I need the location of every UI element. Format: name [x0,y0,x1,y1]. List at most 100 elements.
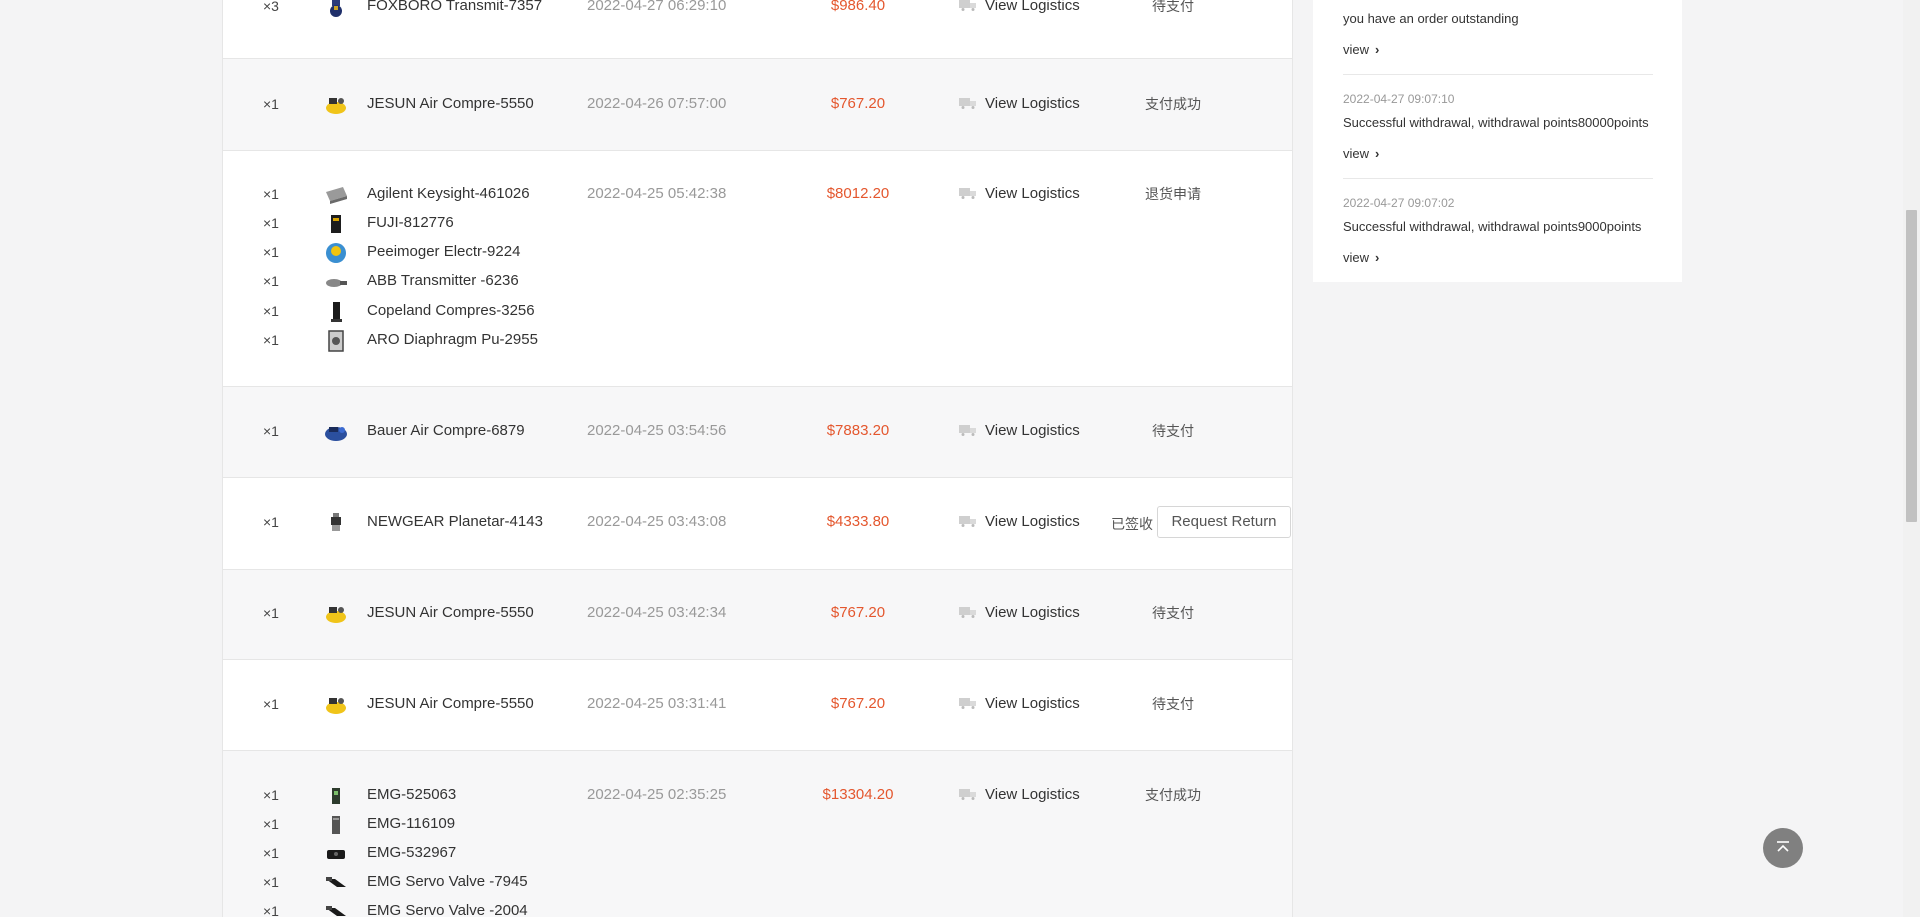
request-return-button[interactable]: Request Return [1157,506,1291,538]
view-logistics-link[interactable]: View Logistics [959,783,1080,807]
order-item: ×1 Copeland Compres-3256 [223,299,563,323]
device-thumbnail[interactable] [323,812,349,838]
order-status: 待支付 [1152,696,1194,712]
product-name-link[interactable]: EMG Servo Valve -2004 [367,899,528,917]
air-compressor-thumbnail[interactable] [323,601,349,627]
view-logistics-link[interactable]: View Logistics [959,419,1080,443]
view-logistics-link[interactable]: View Logistics [959,510,1080,534]
order-time: 2022-04-25 03:54:56 [587,422,727,439]
product-name-link[interactable]: JESUN Air Compre-5550 [367,601,534,625]
pump-thumbnail[interactable] [323,328,349,354]
orders-list: ×3 FOXBORO Transmit-7357 2022-04-27 06:2… [222,0,1293,917]
order-row: ×1 EMG-525063 ×1 EMG-116109 ×1 EMG-53296… [223,751,1292,917]
order-row: ×1 Bauer Air Compre-6879 2022-04-25 03:5… [223,387,1292,478]
order-item: ×1 EMG Servo Valve -2004 [223,899,563,917]
item-quantity: ×1 [263,303,279,319]
compressor-thumbnail[interactable] [323,299,349,325]
air-compressor-thumbnail[interactable] [323,92,349,118]
view-logistics-label: View Logistics [985,695,1080,712]
transmitter-thumbnail[interactable] [323,0,349,20]
item-quantity: ×1 [263,244,279,260]
item-quantity: ×1 [263,605,279,621]
order-price: $7883.20 [826,422,890,439]
item-quantity: ×3 [263,0,279,14]
device-thumbnail[interactable] [323,211,349,237]
product-name-link[interactable]: FUJI-812776 [367,211,454,235]
order-item: ×1 Bauer Air Compre-6879 [223,419,563,443]
truck-icon [959,516,976,527]
product-name-link[interactable]: ABB Transmitter -6236 [367,269,519,293]
notification-time: 2022-04-27 09:07:10 [1343,92,1455,106]
divider [1343,178,1653,179]
order-status: 已签收 [1111,516,1153,532]
order-item: ×1 JESUN Air Compre-5550 [223,601,563,625]
product-name-link[interactable]: EMG-525063 [367,783,456,807]
product-name-link[interactable]: ARO Diaphragm Pu-2955 [367,328,538,352]
item-quantity: ×1 [263,874,279,890]
order-item: ×1 EMG Servo Valve -7945 [223,870,563,894]
truck-icon [959,425,976,436]
order-item: ×1 ARO Diaphragm Pu-2955 [223,328,563,352]
order-item: ×1 EMG-532967 [223,841,563,865]
valve-thumbnail[interactable] [323,870,349,896]
notification-view-link[interactable]: view › [1343,145,1653,163]
order-time: 2022-04-25 03:43:08 [587,513,727,530]
notification-view-link[interactable]: view › [1343,41,1653,59]
back-to-top-button[interactable] [1763,828,1803,868]
air-compressor-thumbnail[interactable] [323,419,349,445]
gearbox-thumbnail[interactable] [323,510,349,536]
item-quantity: ×1 [263,96,279,112]
product-name-link[interactable]: JESUN Air Compre-5550 [367,692,534,716]
product-name-link[interactable]: NEWGEAR Planetar-4143 [367,510,543,534]
notification-view-link[interactable]: view › [1343,249,1653,267]
electric-thumbnail[interactable] [323,240,349,266]
product-name-link[interactable]: EMG-116109 [367,812,455,836]
order-row: ×3 FOXBORO Transmit-7357 2022-04-27 06:2… [223,0,1292,59]
order-time: 2022-04-26 07:57:00 [587,95,727,112]
truck-icon [959,698,976,709]
transmitter-thumbnail[interactable] [323,269,349,295]
view-logistics-link[interactable]: View Logistics [959,182,1080,206]
view-label: view [1343,146,1370,161]
order-price: $4333.80 [826,513,890,530]
view-logistics-link[interactable]: View Logistics [959,692,1080,716]
truck-icon [959,188,976,199]
valve-thumbnail[interactable] [323,899,349,917]
product-name-link[interactable]: Copeland Compres-3256 [367,299,535,323]
product-name-link[interactable]: Bauer Air Compre-6879 [367,419,525,443]
view-logistics-link[interactable]: View Logistics [959,0,1080,18]
order-row: ×1 Agilent Keysight-461026 ×1 FUJI-81277… [223,151,1292,387]
notification-item: 2022-04-27 09:07:10 Successful withdrawa… [1343,90,1653,163]
view-logistics-label: View Logistics [985,185,1080,202]
product-name-link[interactable]: FOXBORO Transmit-7357 [367,0,542,18]
product-name-link[interactable]: EMG-532967 [367,841,456,865]
instrument-thumbnail[interactable] [323,182,349,208]
product-name-link[interactable]: Agilent Keysight-461026 [367,182,530,206]
product-name-link[interactable]: EMG Servo Valve -7945 [367,870,528,894]
device-thumbnail[interactable] [323,841,349,867]
notification-time: 2022-04-27 09:07:02 [1343,196,1455,210]
chevron-right-icon: › [1375,146,1380,161]
device-thumbnail[interactable] [323,783,349,809]
item-quantity: ×1 [263,215,279,231]
view-logistics-link[interactable]: View Logistics [959,601,1080,625]
order-price: $767.20 [830,95,886,112]
truck-icon [959,789,976,800]
order-status: 支付成功 [1145,96,1201,112]
product-name-link[interactable]: Peeimoger Electr-9224 [367,240,520,264]
view-logistics-link[interactable]: View Logistics [959,92,1080,116]
order-row: ×1 JESUN Air Compre-5550 2022-04-26 07:5… [223,59,1292,151]
divider [1343,74,1653,75]
notification-text: you have an order outstanding [1343,11,1519,26]
air-compressor-thumbnail[interactable] [323,692,349,718]
scrollbar-thumb[interactable] [1906,210,1917,522]
order-row: ×1 JESUN Air Compre-5550 2022-04-25 03:3… [223,660,1292,751]
order-price: $8012.20 [826,185,890,202]
scrollbar-track[interactable] [1903,0,1920,917]
order-item: ×3 FOXBORO Transmit-7357 [223,0,563,18]
view-logistics-label: View Logistics [985,0,1080,14]
item-quantity: ×1 [263,787,279,803]
item-quantity: ×1 [263,903,279,917]
order-item: ×1 Agilent Keysight-461026 [223,182,563,206]
product-name-link[interactable]: JESUN Air Compre-5550 [367,92,534,116]
